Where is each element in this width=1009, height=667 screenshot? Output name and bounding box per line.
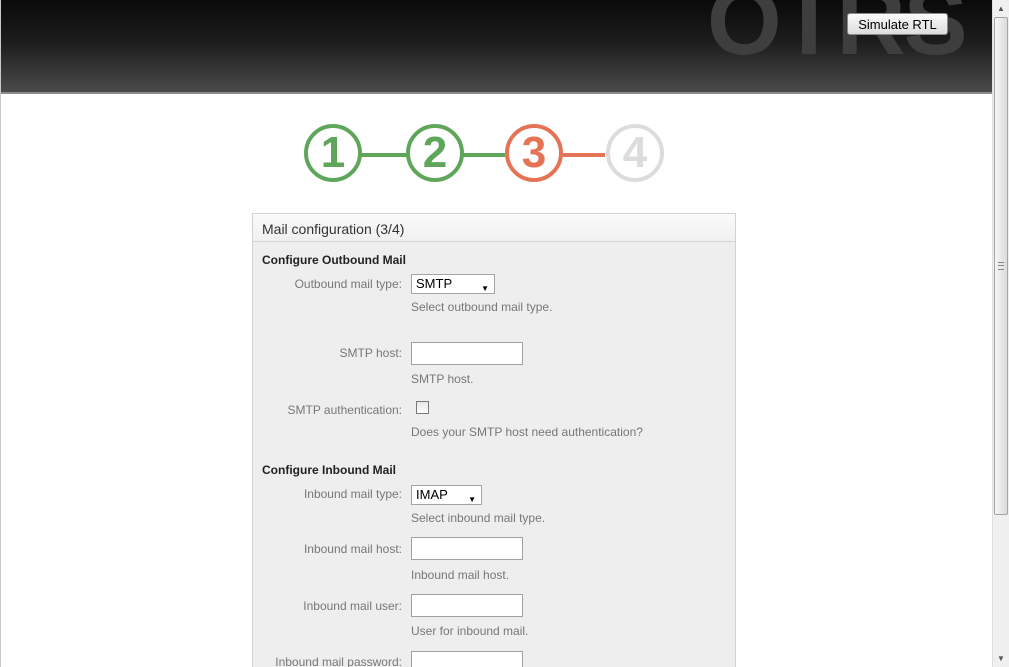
inbound-mail-password-input[interactable] bbox=[411, 651, 523, 667]
simulate-rtl-button[interactable]: Simulate RTL bbox=[847, 13, 948, 35]
smtp-host-label: SMTP host: bbox=[339, 346, 402, 360]
inbound-mail-password-label: Inbound mail password: bbox=[275, 655, 402, 667]
wizard-step-3: 3 bbox=[505, 124, 563, 182]
wizard-step-1: 1 bbox=[304, 124, 362, 182]
wizard-step-4: 4 bbox=[606, 124, 664, 182]
wizard-step-indicator: 1 2 3 4 bbox=[301, 120, 673, 192]
outbound-mail-type-label: Outbound mail type: bbox=[294, 277, 402, 291]
step-connector-2-3 bbox=[463, 153, 505, 157]
inbound-mail-type-label: Inbound mail type: bbox=[303, 487, 402, 501]
step-connector-1-2 bbox=[361, 153, 407, 157]
chevron-down-icon: ▼ bbox=[481, 284, 489, 293]
browser-viewport: OTRS Simulate RTL 1 2 3 4 Mail configura… bbox=[0, 0, 993, 667]
wizard-step-2: 2 bbox=[406, 124, 464, 182]
mail-configuration-panel: Mail configuration (3/4) Configure Outbo… bbox=[252, 213, 736, 667]
vertical-scrollbar[interactable]: ▲ ▼ bbox=[992, 0, 1009, 667]
grip-icon bbox=[998, 262, 1004, 270]
inbound-mail-host-label: Inbound mail host: bbox=[303, 542, 402, 556]
scroll-up-arrow-icon[interactable]: ▲ bbox=[993, 0, 1009, 17]
inbound-mail-host-hint: Inbound mail host. bbox=[411, 568, 510, 582]
inbound-mail-type-value: IMAP bbox=[416, 487, 448, 502]
outbound-section-title: Configure Outbound Mail bbox=[262, 253, 406, 267]
inbound-mail-user-hint: User for inbound mail. bbox=[411, 624, 529, 638]
page-header: OTRS Simulate RTL bbox=[1, 0, 993, 94]
outbound-mail-type-select[interactable]: SMTP ▼ bbox=[411, 274, 495, 294]
smtp-host-input[interactable] bbox=[411, 342, 523, 365]
panel-title: Mail configuration (3/4) bbox=[253, 214, 735, 242]
inbound-mail-host-input[interactable] bbox=[411, 537, 523, 560]
smtp-host-hint: SMTP host. bbox=[411, 372, 474, 386]
inbound-mail-type-hint: Select inbound mail type. bbox=[411, 511, 546, 525]
step-connector-3-4 bbox=[563, 153, 605, 157]
inbound-mail-user-label: Inbound mail user: bbox=[303, 599, 402, 613]
scrollbar-thumb[interactable] bbox=[994, 17, 1008, 515]
outbound-mail-type-value: SMTP bbox=[416, 276, 453, 291]
scroll-down-arrow-icon[interactable]: ▼ bbox=[993, 650, 1009, 667]
inbound-section-title: Configure Inbound Mail bbox=[262, 463, 396, 477]
smtp-authentication-checkbox[interactable] bbox=[416, 401, 429, 414]
inbound-mail-type-select[interactable]: IMAP ▼ bbox=[411, 485, 482, 505]
otrs-logo: OTRS bbox=[707, 0, 968, 75]
smtp-authentication-hint: Does your SMTP host need authentication? bbox=[411, 425, 643, 439]
chevron-down-icon: ▼ bbox=[468, 495, 476, 504]
outbound-mail-type-hint: Select outbound mail type. bbox=[411, 300, 553, 314]
inbound-mail-user-input[interactable] bbox=[411, 594, 523, 617]
smtp-authentication-label: SMTP authentication: bbox=[287, 403, 402, 417]
